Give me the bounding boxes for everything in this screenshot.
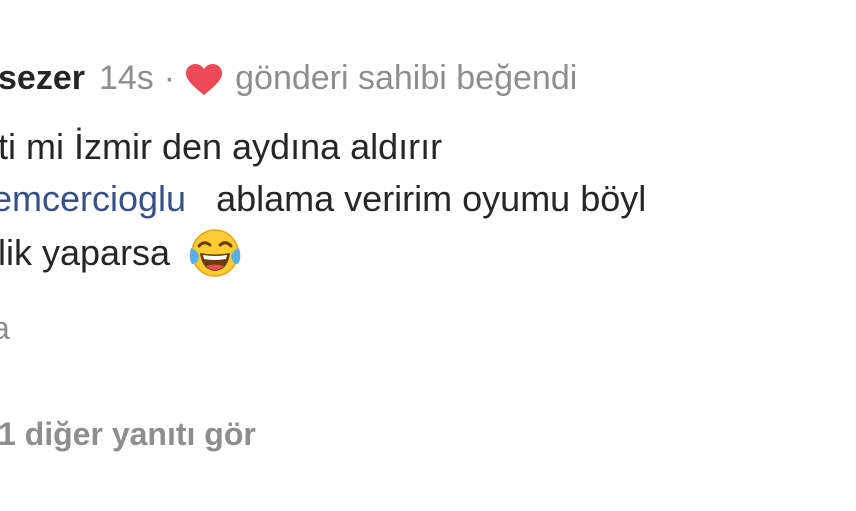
author-liked-label: gönderi sahibi beğendi: [235, 59, 578, 97]
heart-icon: [185, 62, 223, 96]
comment-time: 14s: [98, 59, 154, 97]
comment-text-line-3: lik yaparsa: [0, 226, 242, 280]
comment-text-line-3-text: lik yaparsa: [0, 232, 171, 273]
comment-username[interactable]: sezer: [0, 54, 85, 102]
mention-link[interactable]: emcercioglu: [0, 178, 186, 219]
view-more-replies-button[interactable]: 1 diğer yanıtı gör: [0, 410, 256, 458]
reply-button[interactable]: a: [0, 306, 10, 350]
comment-text-line-2-rest: ablama veririm oyumu böyl: [216, 178, 647, 219]
comment-text-line-2: emcercioglu ablama veririm oyumu böyl: [0, 174, 646, 224]
comment-meta: sezer 14s · gönderi sahibi beğendi: [0, 54, 577, 102]
laughing-with-tears-emoji-icon: [188, 226, 242, 280]
separator-dot: ·: [163, 59, 176, 97]
comment-text-line-1: ti mi İzmir den aydına aldırır: [0, 126, 443, 167]
